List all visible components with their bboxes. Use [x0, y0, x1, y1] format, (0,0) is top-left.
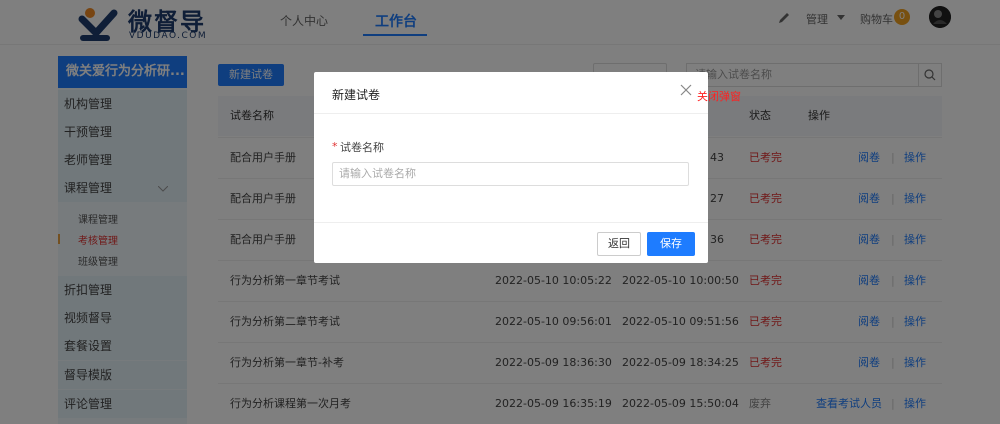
paper-name-input[interactable]: 请输入试卷名称: [332, 162, 689, 186]
close-icon[interactable]: [680, 84, 692, 96]
dialog-header: 新建试卷: [314, 72, 708, 114]
close-annotation: 关闭弹窗: [697, 90, 741, 103]
field-label: 试卷名称: [340, 141, 384, 154]
dialog-footer-divider: [314, 222, 708, 223]
dialog-title: 新建试卷: [332, 88, 381, 102]
save-button[interactable]: 保存: [647, 232, 695, 256]
new-paper-dialog: 新建试卷 * 试卷名称 请输入试卷名称 返回 保存: [314, 72, 708, 263]
back-button[interactable]: 返回: [597, 232, 641, 256]
required-star: *: [332, 140, 338, 153]
